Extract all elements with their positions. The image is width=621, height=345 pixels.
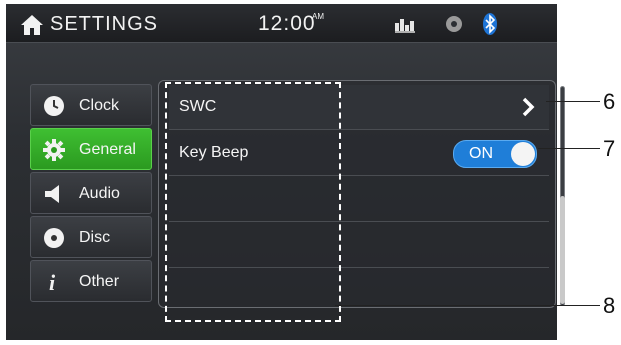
- disc-icon: [44, 228, 64, 248]
- sidebar-item-general[interactable]: General: [30, 128, 152, 170]
- callout-number: 6: [603, 89, 616, 114]
- bluetooth-icon: [483, 13, 497, 35]
- sidebar-item-disc[interactable]: Disc: [30, 216, 152, 258]
- clock-display: 12:00: [258, 12, 316, 35]
- toggle-knob: [511, 142, 535, 166]
- sidebar-item-label: Clock: [79, 97, 120, 114]
- sidebar-item-clock[interactable]: Clock: [30, 84, 152, 126]
- am-pm-indicator: AM: [312, 12, 324, 21]
- toggle-state-label: ON: [469, 145, 493, 162]
- info-icon: i: [49, 271, 56, 293]
- callout-line: [335, 305, 600, 306]
- dashed-highlight-box: [165, 82, 341, 322]
- home-icon[interactable]: [20, 14, 44, 36]
- callout-number: 8: [603, 293, 616, 318]
- sidebar-item-audio[interactable]: Audio: [30, 172, 152, 214]
- callout-number: 7: [603, 136, 616, 161]
- equalizer-icon: [395, 19, 415, 33]
- scrollbar-thumb[interactable]: [560, 196, 565, 304]
- head-unit-screen: SETTINGS 12:00 AM Clock General Audio Di…: [6, 4, 557, 340]
- sidebar-item-label: Other: [79, 273, 120, 290]
- sidebar-item-label: General: [79, 141, 136, 158]
- gear-icon: [43, 139, 65, 161]
- svg-text:i: i: [49, 271, 56, 293]
- key-beep-toggle[interactable]: ON: [453, 140, 537, 168]
- sidebar-item-other[interactable]: i Other: [30, 260, 152, 302]
- chevron-right-icon[interactable]: [521, 97, 535, 117]
- status-bar: SETTINGS 12:00 AM: [6, 4, 557, 43]
- callout-line: [546, 101, 600, 102]
- sidebar-item-label: Audio: [79, 185, 120, 202]
- speaker-icon: [45, 185, 59, 203]
- sidebar-item-label: Disc: [79, 229, 111, 246]
- callout-line: [538, 148, 600, 149]
- clock-icon: [44, 96, 64, 116]
- disc-icon: [446, 16, 462, 32]
- scrollbar[interactable]: [560, 86, 566, 306]
- page-title: SETTINGS: [50, 13, 159, 35]
